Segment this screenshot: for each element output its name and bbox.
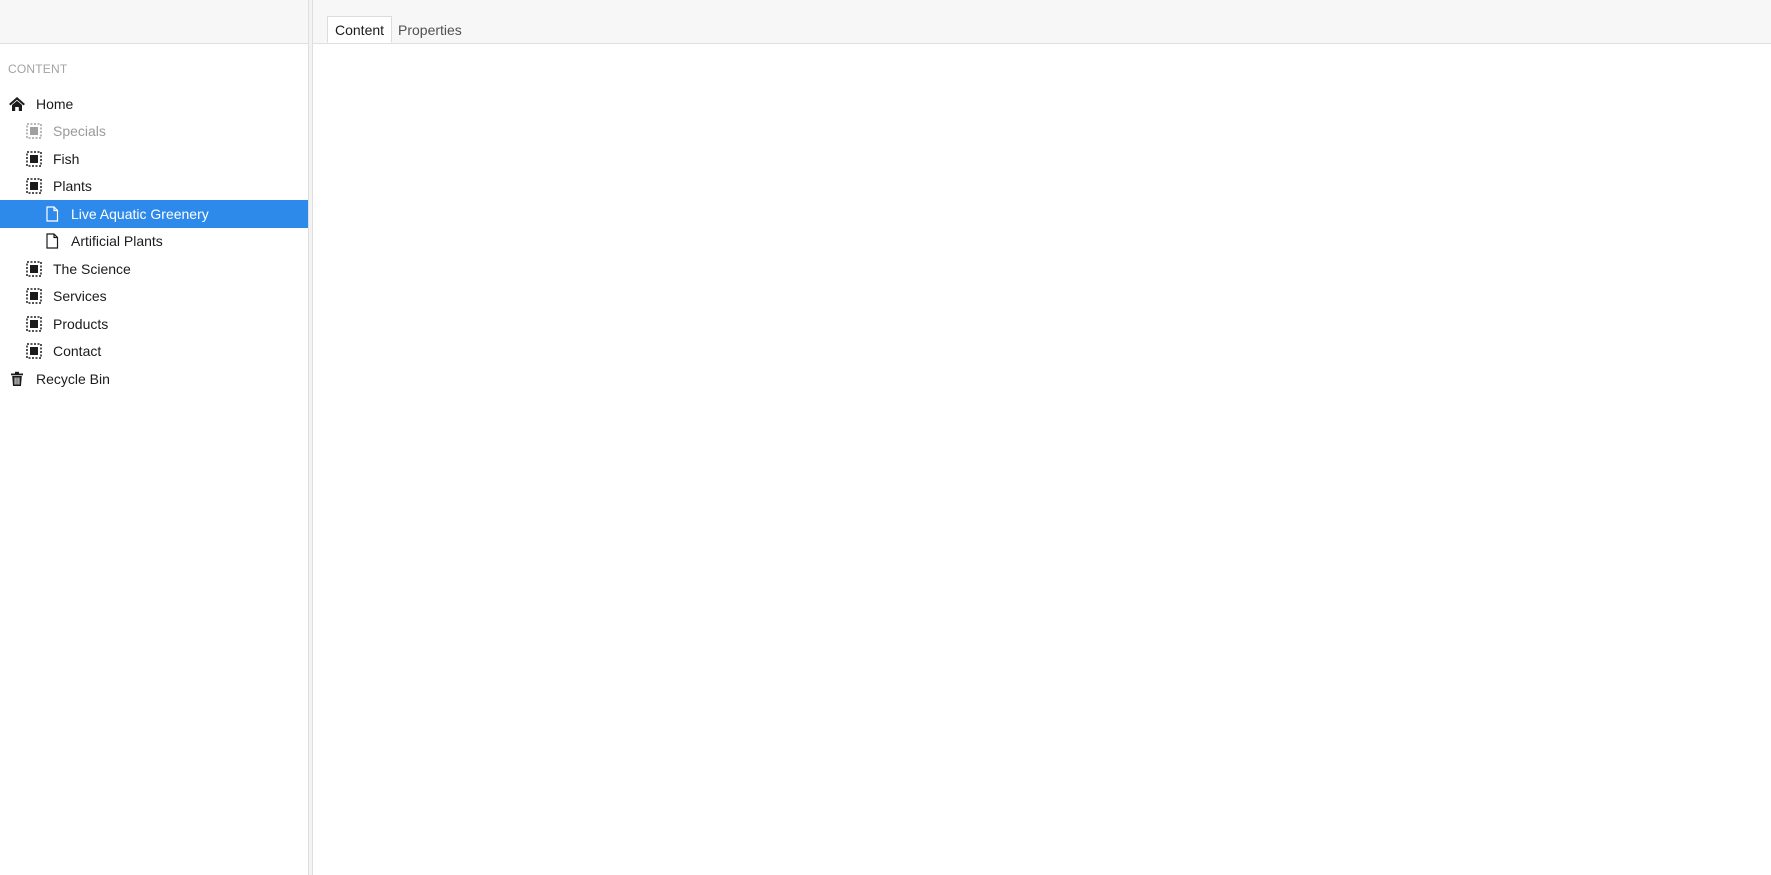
tree-item-products[interactable]: Products: [0, 310, 308, 338]
section-title: CONTENT: [8, 62, 68, 76]
document-icon: [43, 232, 61, 250]
container-icon: [25, 150, 43, 168]
tab-bar: Content Properties: [313, 0, 1771, 44]
tree-item-label: Specials: [53, 123, 106, 140]
main-panel: Content Properties: [313, 0, 1771, 875]
tree-item-label: Recycle Bin: [36, 370, 110, 387]
tree-item-services[interactable]: Services: [0, 283, 308, 311]
tree-item-label: Live Aquatic Greenery: [71, 205, 209, 222]
sidebar-header: [0, 0, 308, 44]
content-tree: Home Specials Fish Plants Live Aquatic G: [0, 90, 308, 393]
tree-item-home[interactable]: Home: [0, 90, 308, 118]
container-icon: [25, 287, 43, 305]
tab-properties[interactable]: Properties: [391, 16, 469, 43]
tab-content[interactable]: Content: [327, 16, 393, 43]
tree-item-label: The Science: [53, 260, 131, 277]
tree-item-label: Artificial Plants: [71, 233, 163, 250]
tree-item-the-science[interactable]: The Science: [0, 255, 308, 283]
container-icon: [25, 260, 43, 278]
tree-item-label: Fish: [53, 150, 80, 167]
tree-item-label: Contact: [53, 343, 102, 360]
container-icon: [25, 315, 43, 333]
tree-item-contact[interactable]: Contact: [0, 338, 308, 366]
container-icon: [25, 177, 43, 195]
document-icon: [43, 205, 61, 223]
tree-item-fish[interactable]: Fish: [0, 145, 308, 173]
tree-item-plants[interactable]: Plants: [0, 173, 308, 201]
tree-item-label: Plants: [53, 178, 92, 195]
tree-item-label: Services: [53, 288, 107, 305]
tree-item-artificial-plants[interactable]: Artificial Plants: [0, 228, 308, 256]
tree-item-live-aquatic-greenery[interactable]: Live Aquatic Greenery: [0, 200, 308, 228]
trash-icon: [8, 370, 26, 388]
tree-item-specials[interactable]: Specials: [0, 118, 308, 146]
container-icon: [25, 122, 43, 140]
tree-item-recycle-bin[interactable]: Recycle Bin: [0, 365, 308, 393]
sidebar: CONTENT Home Specials Fish Plants Live A…: [0, 0, 308, 875]
tree-item-label: Home: [36, 95, 74, 112]
home-icon: [8, 95, 26, 113]
container-icon: [25, 342, 43, 360]
tree-item-label: Products: [53, 315, 109, 332]
